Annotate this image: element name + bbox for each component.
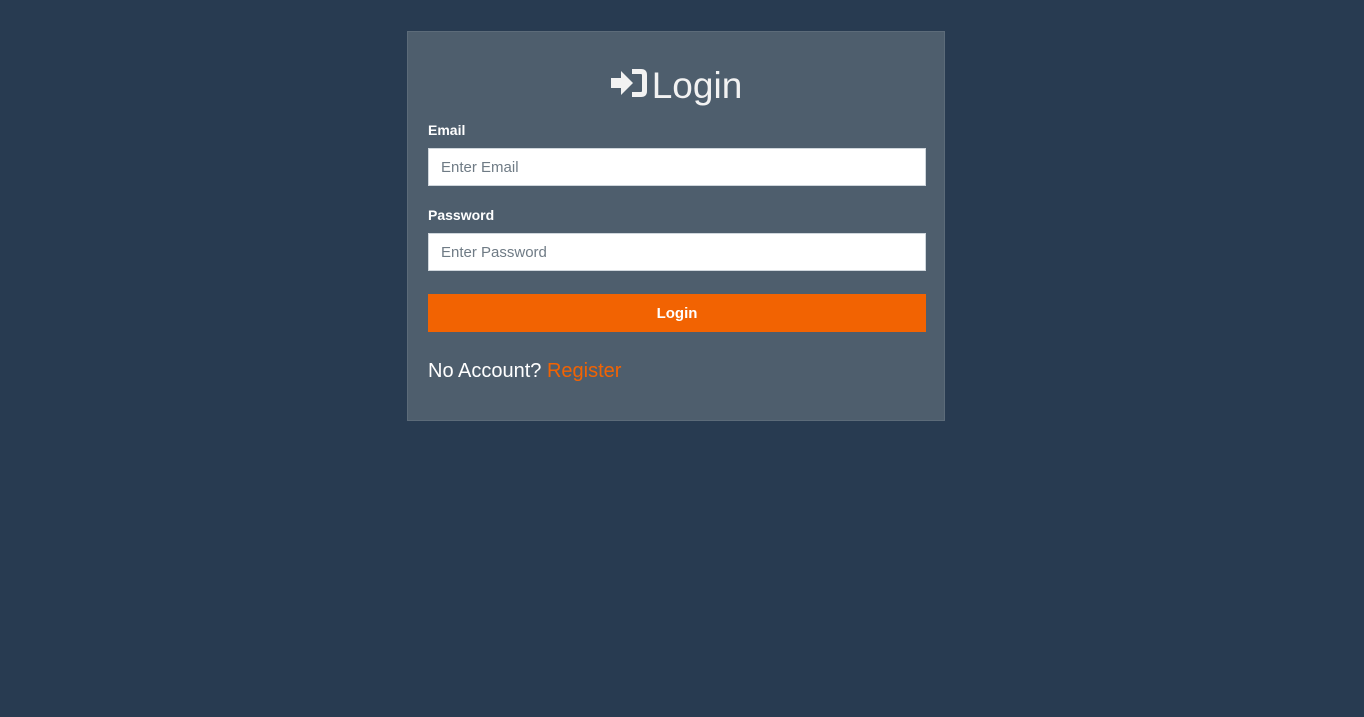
login-title-text: Login [651, 65, 743, 107]
password-label: Password [428, 207, 495, 223]
password-field[interactable] [428, 233, 926, 271]
sign-in-icon [610, 69, 647, 98]
login-button[interactable]: Login [428, 294, 926, 332]
login-card: Login Email Password Login No Account? R… [407, 31, 945, 421]
register-prompt: No Account? Register [428, 358, 621, 384]
email-field[interactable] [428, 148, 926, 186]
register-link[interactable]: Register [547, 360, 621, 382]
no-account-text: No Account? [428, 360, 542, 382]
email-label: Email [428, 122, 466, 138]
login-title: Login [408, 62, 944, 108]
